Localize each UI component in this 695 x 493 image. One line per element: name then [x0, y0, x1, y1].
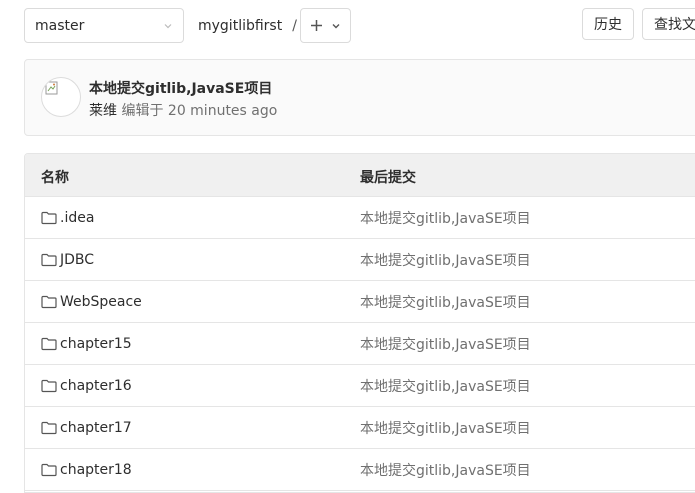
folder-icon — [41, 295, 57, 309]
commit-message-link[interactable]: 本地提交gitlib,JavaSE项目 — [360, 376, 531, 396]
file-name[interactable]: chapter18 — [60, 462, 132, 478]
table-row: chapter17 本地提交gitlib,JavaSE项目 — [25, 407, 695, 449]
find-file-label: 查找文件 — [654, 17, 695, 33]
file-name-cell[interactable]: chapter16 — [41, 365, 132, 407]
commit-title[interactable]: 本地提交gitlib,JavaSE项目 — [89, 78, 272, 98]
file-name[interactable]: chapter15 — [60, 336, 132, 352]
file-name[interactable]: chapter17 — [60, 420, 132, 436]
column-header-last-commit: 最后提交 — [360, 170, 416, 186]
branch-name: master — [35, 17, 85, 34]
commit-message-link[interactable]: 本地提交gitlib,JavaSE项目 — [360, 418, 531, 438]
file-name-cell[interactable]: JDBC — [41, 239, 94, 281]
plus-icon — [311, 20, 322, 31]
commit-message-link[interactable]: 本地提交gitlib,JavaSE项目 — [360, 250, 531, 270]
file-name-cell[interactable]: chapter17 — [41, 407, 132, 449]
file-name[interactable]: WebSpeace — [60, 294, 142, 310]
table-row: chapter18 本地提交gitlib,JavaSE项目 — [25, 449, 695, 491]
table-row: JDBC 本地提交gitlib,JavaSE项目 — [25, 239, 695, 281]
chevron-down-icon — [164, 23, 172, 28]
file-name[interactable]: .idea — [60, 210, 94, 226]
folder-icon — [41, 253, 57, 267]
file-name-cell[interactable]: chapter18 — [41, 449, 132, 491]
commit-message-cell: 本地提交gitlib,JavaSE项目 — [360, 239, 531, 281]
commit-message-link[interactable]: 本地提交gitlib,JavaSE项目 — [360, 460, 531, 480]
column-header-name: 名称 — [41, 170, 69, 186]
table-row: chapter16 本地提交gitlib,JavaSE项目 — [25, 365, 695, 407]
folder-icon — [41, 337, 57, 351]
commit-message-cell: 本地提交gitlib,JavaSE项目 — [360, 323, 531, 365]
file-tree-table: 名称 最后提交 .idea 本地提交gitlib,JavaSE项目 JDBC 本地提交… — [24, 153, 695, 493]
file-name-cell[interactable]: .idea — [41, 197, 94, 239]
commit-message-link[interactable]: 本地提交gitlib,JavaSE项目 — [360, 334, 531, 354]
commit-meta: 莱维 编辑于 20 minutes ago — [89, 100, 277, 120]
table-row: WebSpeace 本地提交gitlib,JavaSE项目 — [25, 281, 695, 323]
add-file-dropdown[interactable] — [300, 8, 351, 43]
edited-label: 编辑于 — [121, 103, 164, 119]
commit-message-link[interactable]: 本地提交gitlib,JavaSE项目 — [360, 292, 531, 312]
folder-icon — [41, 211, 57, 225]
file-name-cell[interactable]: chapter15 — [41, 323, 132, 365]
history-label: 历史 — [594, 17, 622, 33]
folder-icon — [41, 463, 57, 477]
table-row: .idea 本地提交gitlib,JavaSE项目 — [25, 197, 695, 239]
commit-message-cell: 本地提交gitlib,JavaSE项目 — [360, 407, 531, 449]
find-file-button[interactable]: 查找文件 — [642, 8, 695, 40]
breadcrumb: mygitlibfirst / — [198, 8, 297, 43]
commit-message-link[interactable]: 本地提交gitlib,JavaSE项目 — [360, 208, 531, 228]
history-button[interactable]: 历史 — [582, 8, 634, 40]
branch-select[interactable]: master — [24, 8, 184, 43]
file-name-cell[interactable]: WebSpeace — [41, 281, 142, 323]
commit-time: 20 minutes ago — [167, 103, 278, 119]
commit-message-cell: 本地提交gitlib,JavaSE项目 — [360, 449, 531, 491]
file-name[interactable]: JDBC — [60, 252, 94, 268]
avatar[interactable] — [41, 77, 81, 117]
chevron-down-icon — [332, 23, 340, 28]
commit-message-cell: 本地提交gitlib,JavaSE项目 — [360, 197, 531, 239]
commit-message-cell: 本地提交gitlib,JavaSE项目 — [360, 365, 531, 407]
breadcrumb-separator: / — [292, 17, 297, 34]
last-commit-panel: 本地提交gitlib,JavaSE项目 莱维 编辑于 20 minutes ag… — [24, 59, 695, 136]
folder-icon — [41, 421, 57, 435]
table-header: 名称 最后提交 — [25, 154, 695, 197]
project-link[interactable]: mygitlibfirst — [198, 18, 282, 34]
commit-author[interactable]: 莱维 — [89, 103, 117, 119]
broken-image-icon — [45, 81, 58, 95]
folder-icon — [41, 379, 57, 393]
file-name[interactable]: chapter16 — [60, 378, 132, 394]
table-row: chapter15 本地提交gitlib,JavaSE项目 — [25, 323, 695, 365]
commit-message-cell: 本地提交gitlib,JavaSE项目 — [360, 281, 531, 323]
